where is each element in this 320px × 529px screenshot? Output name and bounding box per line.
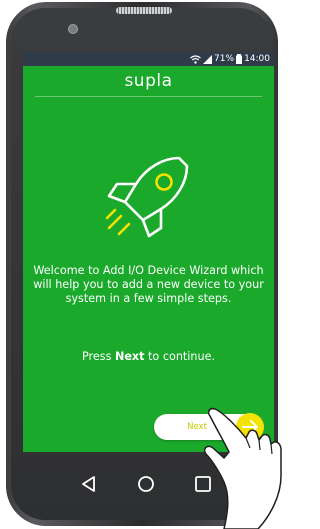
screen: 71% 14:00 supla Welcome to Add I/O Devic… [23,52,274,452]
battery-icon [236,54,243,64]
battery-percent: 71% [214,54,235,64]
app-title: supla [124,71,173,91]
signal-icon [203,54,213,64]
status-bar: 71% 14:00 [23,52,274,66]
header-divider [35,96,262,97]
wifi-icon [190,54,201,64]
continue-suffix: to continue. [148,350,216,363]
status-time: 14:00 [244,54,270,64]
home-icon[interactable] [136,474,156,494]
status-right: 71% 14:00 [190,52,270,66]
rocket-icon [105,156,189,238]
continue-prefix: Press [81,350,112,363]
front-camera [68,24,78,34]
continue-instruction: Press Next to continue. [31,350,266,363]
phone-frame: 71% 14:00 supla Welcome to Add I/O Devic… [0,0,284,529]
speaker-grille [116,7,172,14]
back-icon[interactable] [79,474,99,494]
continue-bold: Next [114,350,145,363]
hand-pointer-icon [204,407,282,529]
app-header: supla [23,66,274,96]
welcome-text: Welcome to Add I/O Device Wizard which w… [33,264,264,306]
